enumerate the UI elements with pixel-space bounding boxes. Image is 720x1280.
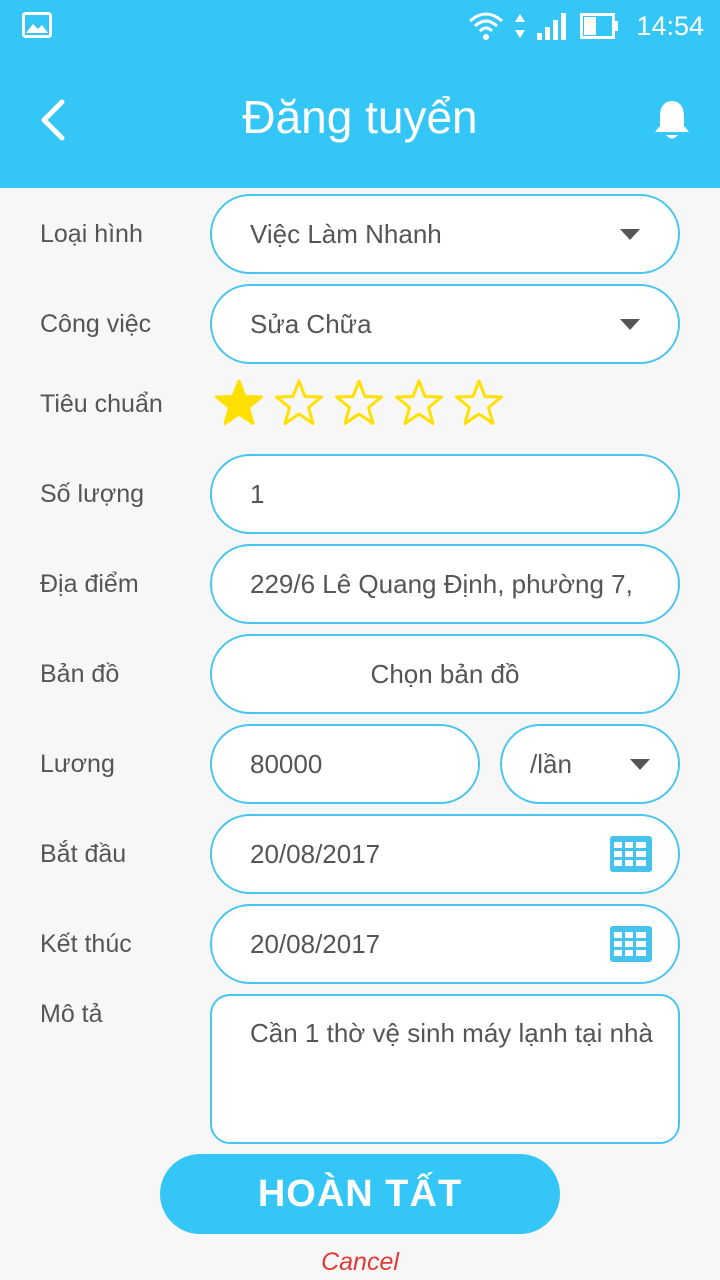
battery-icon	[580, 13, 619, 39]
salary-label: Lương	[40, 750, 115, 778]
start-label: Bắt đầu	[40, 840, 127, 868]
gallery-notification-icon	[22, 12, 52, 38]
salary-unit-value: /lần	[530, 748, 572, 779]
type-dropdown[interactable]: Việc Làm Nhanh	[210, 194, 680, 274]
description-value: Cần 1 thờ vệ sinh máy lạnh tại nhà	[250, 1018, 653, 1048]
bell-icon	[655, 101, 689, 139]
star-empty-icon[interactable]	[454, 378, 504, 428]
location-label: Địa điểm	[40, 570, 139, 598]
star-empty-icon[interactable]	[394, 378, 444, 428]
salary-value: 80000	[250, 748, 323, 779]
star-empty-icon[interactable]	[274, 378, 324, 428]
job-dropdown[interactable]: Sửa Chữa	[210, 284, 680, 364]
dropdown-arrow-icon	[620, 318, 640, 330]
end-label: Kết thúc	[40, 930, 132, 958]
end-date-value: 20/08/2017	[250, 928, 381, 959]
end-date-input[interactable]: 20/08/2017	[210, 904, 680, 984]
location-input[interactable]: 229/6 Lê Quang Định, phường 7, Bình Thạn…	[210, 544, 680, 624]
job-label: Công việc	[40, 310, 152, 338]
salary-unit-dropdown[interactable]: /lần	[500, 724, 680, 804]
status-bar: 14:54	[0, 0, 720, 54]
job-value: Sửa Chữa	[250, 308, 372, 339]
cancel-link[interactable]: Cancel	[0, 1248, 720, 1277]
wifi-icon	[469, 12, 504, 40]
star-filled-icon[interactable]	[214, 378, 264, 428]
calendar-icon[interactable]	[610, 926, 652, 962]
description-textarea[interactable]: Cần 1 thờ vệ sinh máy lạnh tại nhà	[210, 994, 680, 1144]
data-arrows-icon	[515, 14, 526, 38]
star-empty-icon[interactable]	[334, 378, 384, 428]
choose-map-label: Chọn bản đồ	[370, 658, 520, 689]
start-date-input[interactable]: 20/08/2017	[210, 814, 680, 894]
location-value: 229/6 Lê Quang Định, phường 7, Bình Thạn…	[250, 568, 640, 599]
choose-map-button[interactable]: Chọn bản đồ	[210, 634, 680, 714]
standard-label: Tiêu chuẩn	[40, 390, 163, 418]
calendar-icon[interactable]	[610, 836, 652, 872]
dropdown-arrow-icon	[630, 758, 650, 770]
quantity-label: Số lượng	[40, 480, 145, 508]
quantity-value: 1	[250, 478, 265, 509]
submit-button[interactable]: HOÀN TẤT	[160, 1154, 560, 1234]
type-label: Loại hình	[40, 220, 143, 248]
dropdown-arrow-icon	[620, 228, 640, 240]
notifications-button[interactable]	[648, 94, 696, 146]
map-label: Bản đồ	[40, 660, 120, 688]
status-time: 14:54	[636, 10, 704, 41]
page-title: Đăng tuyển	[242, 91, 478, 143]
start-date-value: 20/08/2017	[250, 838, 381, 869]
description-label: Mô tả	[40, 1000, 103, 1028]
app-bar: Đăng tuyển	[0, 54, 720, 188]
top-bar: 14:54 Đăng tuyển	[0, 0, 720, 188]
standard-rating	[214, 378, 504, 428]
salary-input[interactable]: 80000	[210, 724, 480, 804]
type-value: Việc Làm Nhanh	[250, 218, 442, 249]
quantity-input[interactable]: 1	[210, 454, 680, 534]
signal-icon	[537, 13, 567, 40]
